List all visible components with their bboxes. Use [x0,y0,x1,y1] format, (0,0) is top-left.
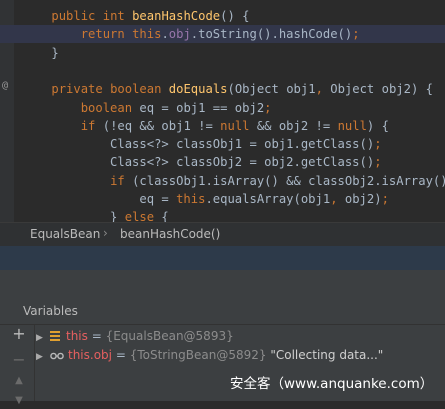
code-token: this [132,27,162,42]
code-token: null [337,118,367,133]
expand-arrow-icon[interactable]: ▶ [36,348,50,366]
code-token: doEquals [168,82,228,97]
code-token: Class<?> classObj1 = obj1.getClass() [22,137,375,152]
code-token: return [80,27,125,42]
code-token: public [51,9,96,23]
variables-header: Variables [0,298,445,325]
code-token: null [220,118,250,133]
code-token: ; [374,155,382,170]
watch-glasses-icon [50,352,64,360]
variables-toolbar: + − ▲ ▼ [0,325,35,406]
move-up-icon[interactable]: ▲ [12,375,26,389]
code-token: ; [352,27,360,42]
panel-divider [0,270,445,298]
code-token: , [315,82,323,97]
code-token: eq = [22,192,177,206]
code-token: ; [264,100,272,115]
code-line[interactable]: boolean eq = obj1 == obj2; [0,99,445,117]
code-token: boolean [110,82,162,97]
code-token: obj2) [337,192,382,206]
variable-value: {EqualsBean@5893} [105,329,234,343]
code-token: int [102,9,125,23]
code-token: . [161,27,169,42]
variable-value: {ToStringBean@5892} [129,348,267,362]
code-token: () { [220,9,250,23]
code-line[interactable]: public int beanHashCode() { [0,7,445,25]
add-watch-icon[interactable]: + [12,326,26,342]
code-token: ) { [366,118,389,133]
code-token: Object obj2) { [322,82,433,97]
variable-row[interactable]: ▶ this = {EqualsBean@5893} [36,327,234,345]
code-line[interactable] [0,62,445,80]
variable-name: this [66,329,88,343]
code-token: ; [374,137,382,152]
code-token: (classObj1.isArray() && classObj2.isArra… [124,173,445,188]
code-token: .toString().hashCode() [190,27,353,42]
code-token: eq = obj1 == obj2 [132,100,265,115]
code-token: private [51,82,103,97]
code-token: obj [168,27,191,42]
code-token: .equalsArray(obj1 [205,192,331,206]
code-token: if [80,118,96,133]
variable-row[interactable]: ▶ this.obj = {ToStringBean@5892} "Collect… [36,346,383,364]
code-token: if [110,173,125,188]
code-line[interactable]: if (classObj1.isArray() && classObj2.isA… [0,172,445,190]
code-line[interactable]: eq = this.equalsArray(obj1, obj2); [0,190,445,208]
remove-watch-icon[interactable]: − [12,352,26,368]
variable-name: this.obj [68,348,113,362]
code-line[interactable]: Class<?> classObj1 = obj1.getClass(); [0,135,445,153]
chevron-right-icon: › [103,226,108,240]
code-token: && obj2 != [249,118,338,133]
code-token: boolean [80,100,133,115]
code-line[interactable]: return this.obj.toString().hashCode(); [0,25,445,44]
breadcrumb: EqualsBean › beanHashCode() [0,222,445,247]
breadcrumb-class[interactable]: EqualsBean [30,227,100,241]
code-line[interactable]: if (!eq && obj1 != null && obj2 != null)… [0,117,445,135]
code-token: (!eq && obj1 != [95,118,221,133]
code-editor[interactable]: @ public int beanHashCode() { return thi… [0,0,445,224]
code-line[interactable]: } [0,44,445,62]
code-token: , [330,192,338,206]
variable-string-value: "Collecting data..." [270,348,384,362]
code-token: ; [381,192,389,206]
expand-arrow-icon[interactable]: ▶ [36,329,50,347]
variables-title: Variables [23,304,78,318]
code-line[interactable]: Class<?> classObj2 = obj2.getClass(); [0,153,445,171]
code-token: beanHashCode [132,9,221,23]
code-token: Class<?> classObj2 = obj2.getClass() [22,155,375,170]
field-stack-icon [50,331,60,341]
breadcrumb-method[interactable]: beanHashCode() [120,227,220,241]
code-token: this [176,192,206,206]
debug-toolbar-area [0,246,445,270]
code-token: } [22,45,59,60]
move-down-icon[interactable]: ▼ [12,395,26,409]
code-token: (Object obj1 [227,82,316,97]
watermark: 安全客（www.anquanke.com） [230,376,434,392]
code-line[interactable]: private boolean doEquals(Object obj1, Ob… [0,80,445,98]
